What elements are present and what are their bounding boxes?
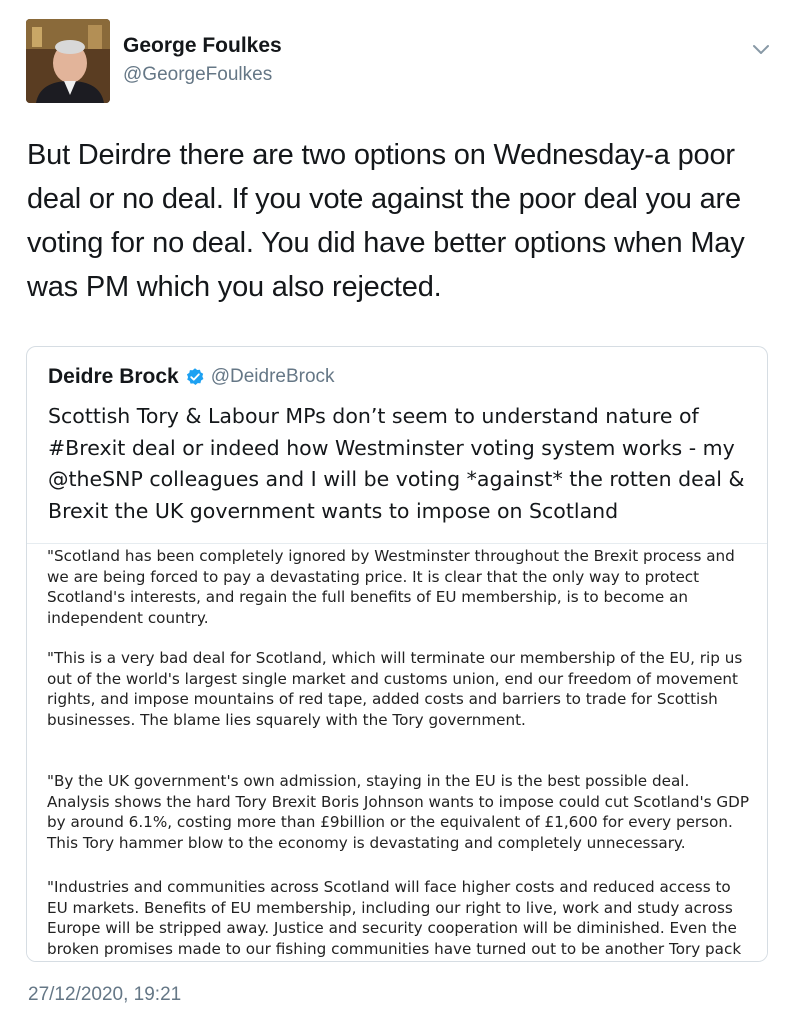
chevron-down-icon[interactable]: [750, 40, 772, 58]
statement-paragraph: "Industries and communities across Scotl…: [47, 878, 742, 959]
avatar-photo-icon: [26, 19, 110, 103]
statement-paragraph: "Scotland has been completely ignored by…: [47, 547, 735, 628]
quoted-tweet-text: Scottish Tory & Labour MPs don’t seem to…: [48, 404, 745, 523]
verified-badge-icon: [186, 368, 204, 385]
quoted-tweet-header: Deidre Brock @DeidreBrock: [48, 365, 335, 389]
quoted-author-name[interactable]: Deidre Brock: [48, 365, 179, 389]
statement-paragraph: "By the UK government's own admission, s…: [47, 772, 749, 853]
avatar[interactable]: [26, 19, 110, 103]
tweet-timestamp[interactable]: 27/12/2020, 19:21: [28, 984, 181, 1006]
quoted-tweet[interactable]: Deidre Brock @DeidreBrock Scottish Tory …: [26, 346, 768, 962]
statement-paragraph: "This is a very bad deal for Scotland, w…: [47, 649, 743, 730]
author-name[interactable]: George Foulkes: [123, 34, 282, 58]
quoted-tweet-image[interactable]: "Scotland has been completely ignored by…: [27, 543, 767, 961]
author-handle[interactable]: @GeorgeFoulkes: [123, 64, 272, 86]
quoted-author-handle[interactable]: @DeidreBrock: [211, 366, 335, 388]
tweet-text: But Deirdre there are two options on Wed…: [27, 139, 745, 303]
